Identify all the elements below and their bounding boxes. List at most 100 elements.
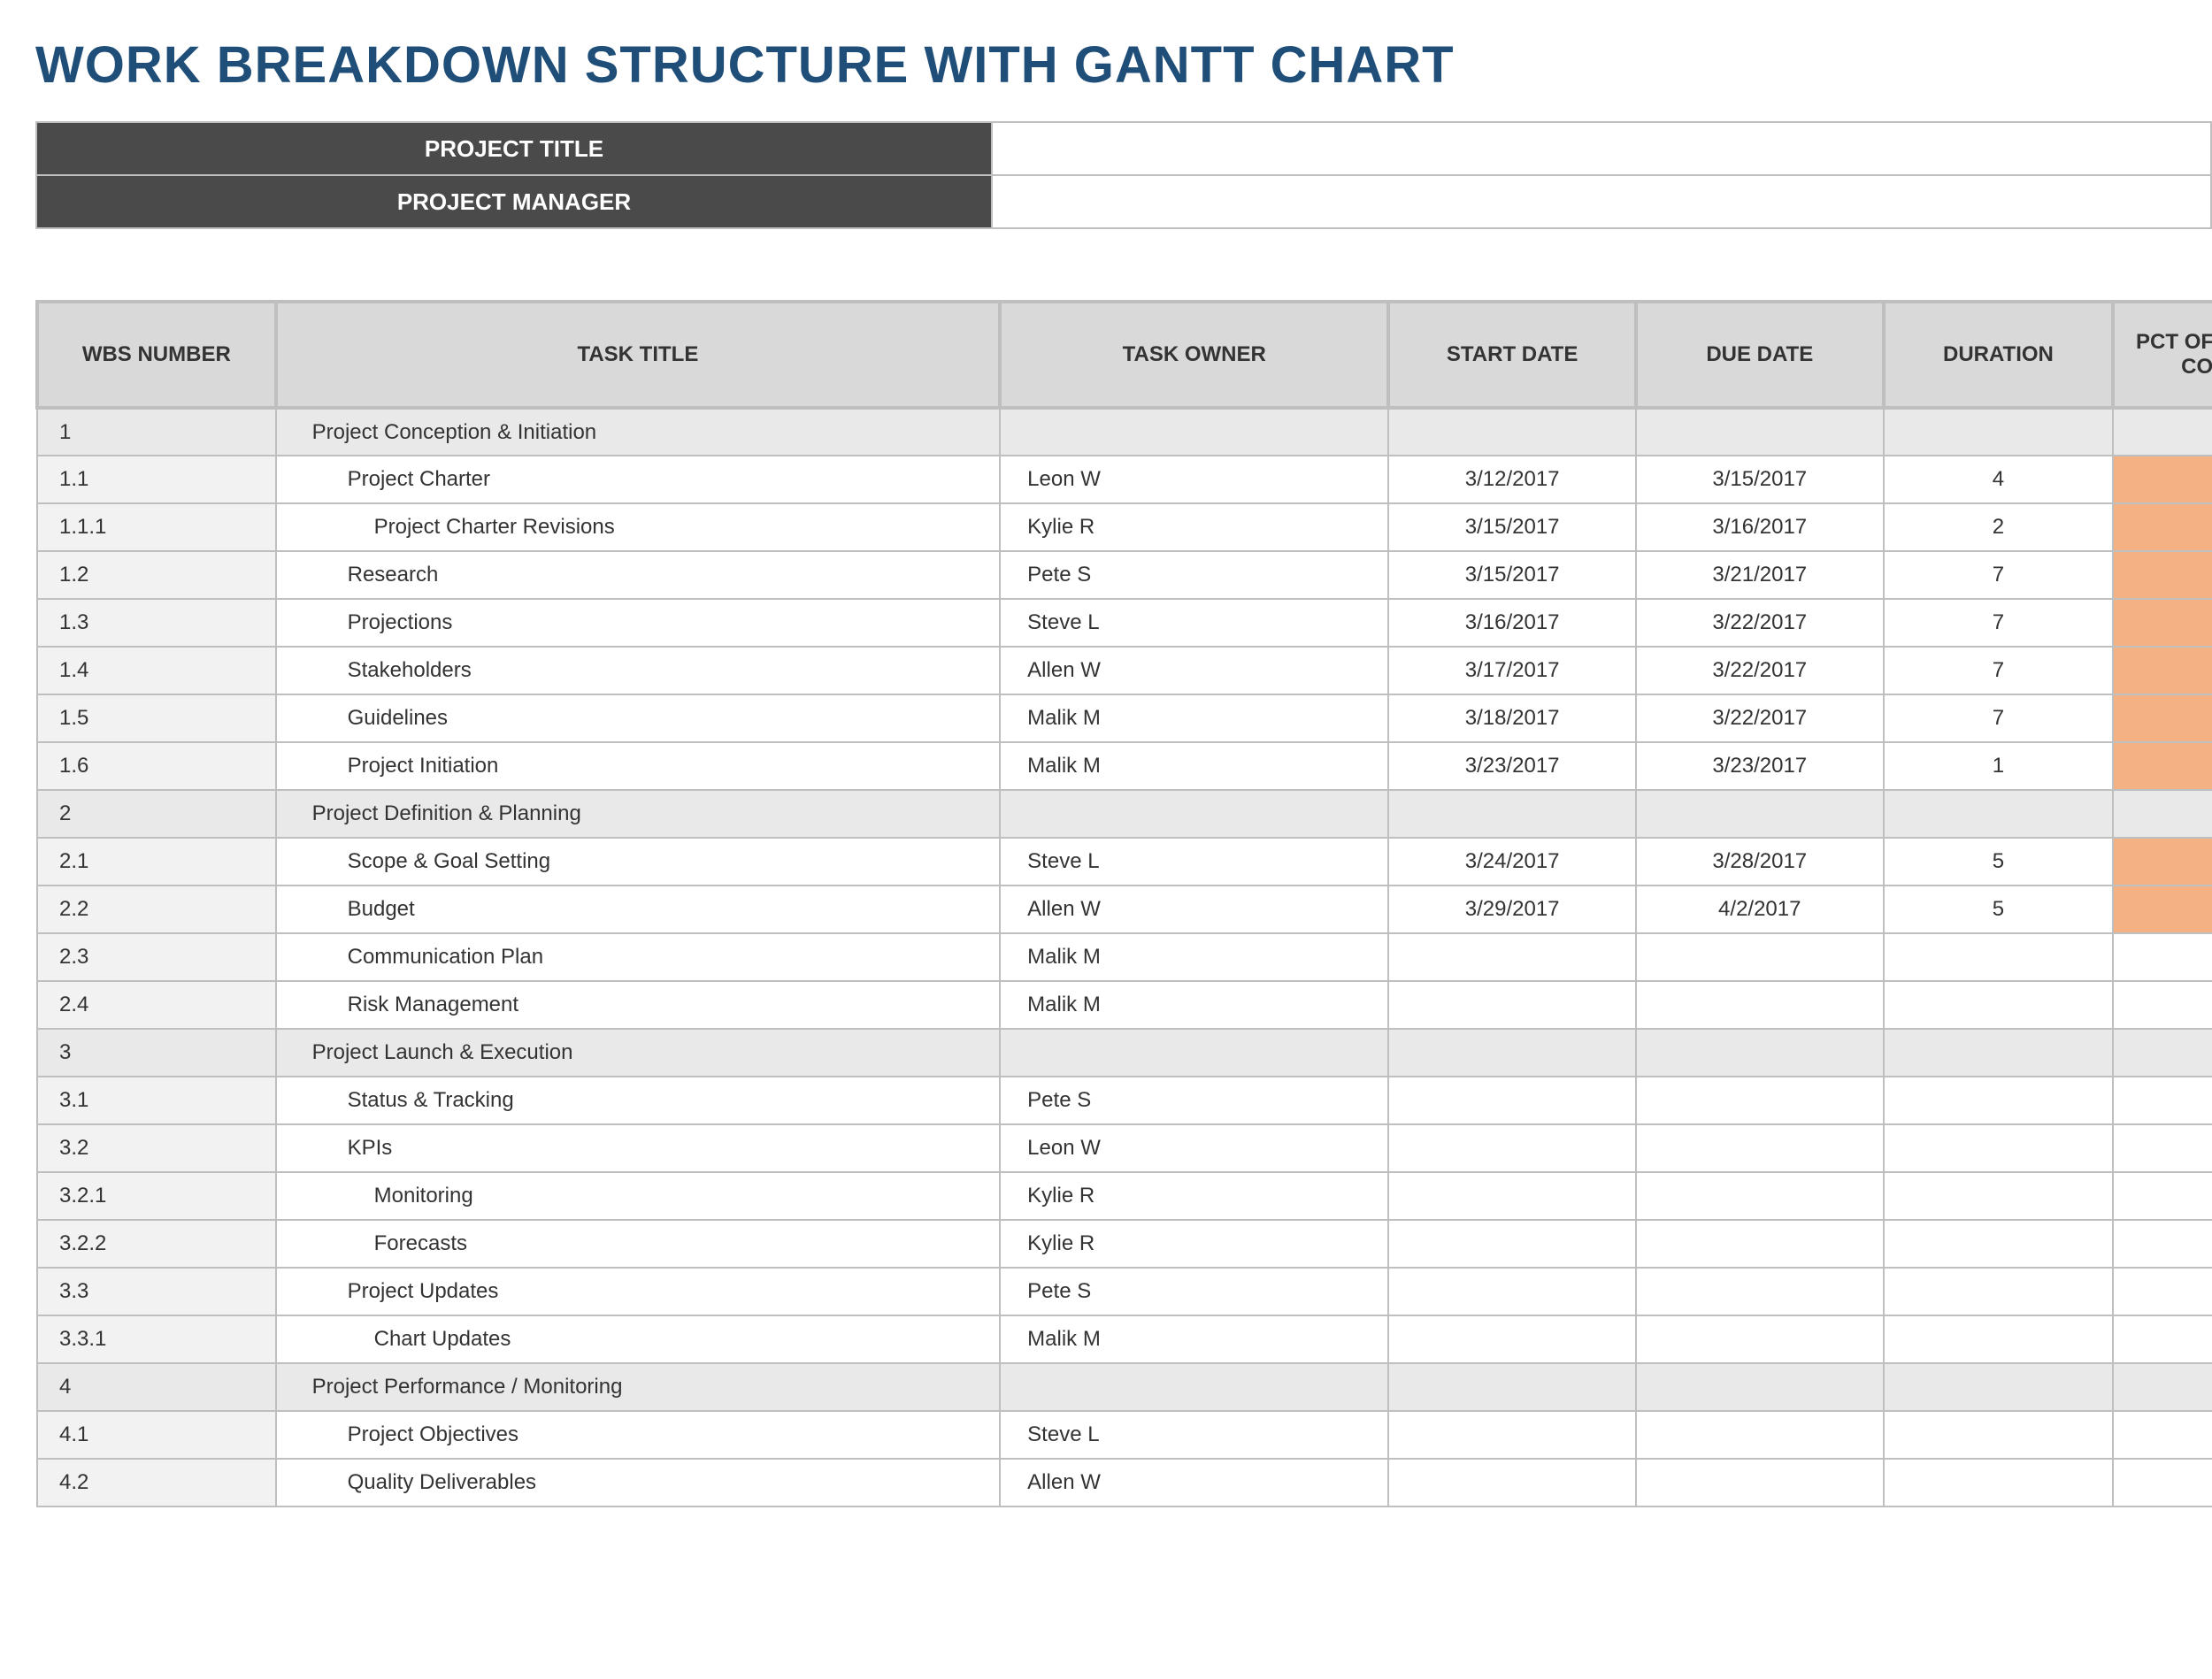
cell-duration[interactable]: 4 (1884, 456, 2114, 503)
cell-owner[interactable]: Allen W (1000, 886, 1388, 933)
cell-start[interactable]: 3/23/2017 (1388, 742, 1636, 790)
cell-pct[interactable]: 9 (2113, 551, 2212, 599)
cell-wbs[interactable]: 1.5 (37, 694, 276, 742)
cell-pct[interactable]: 0 (2113, 1077, 2212, 1124)
cell-duration[interactable] (1884, 790, 2114, 838)
cell-due[interactable] (1636, 790, 1884, 838)
cell-due[interactable]: 3/22/2017 (1636, 599, 1884, 647)
cell-owner[interactable]: Allen W (1000, 1459, 1388, 1506)
cell-duration[interactable] (1884, 1029, 2114, 1077)
cell-owner[interactable] (1000, 1363, 1388, 1411)
cell-start[interactable] (1388, 1220, 1636, 1268)
cell-owner[interactable]: Malik M (1000, 981, 1388, 1029)
cell-owner[interactable]: Kylie R (1000, 1220, 1388, 1268)
cell-due[interactable] (1636, 1459, 1884, 1506)
cell-wbs[interactable]: 2.1 (37, 838, 276, 886)
cell-due[interactable] (1636, 933, 1884, 981)
cell-due[interactable]: 3/21/2017 (1636, 551, 1884, 599)
cell-owner[interactable]: Pete S (1000, 1268, 1388, 1315)
cell-due[interactable] (1636, 1029, 1884, 1077)
cell-start[interactable] (1388, 1029, 1636, 1077)
cell-due[interactable]: 3/28/2017 (1636, 838, 1884, 886)
cell-due[interactable] (1636, 1124, 1884, 1172)
cell-due[interactable] (1636, 408, 1884, 456)
cell-pct[interactable]: 5 (2113, 838, 2212, 886)
cell-wbs[interactable]: 4.1 (37, 1411, 276, 1459)
cell-wbs[interactable]: 1.1 (37, 456, 276, 503)
cell-title[interactable]: Project Objectives (276, 1411, 1001, 1459)
cell-duration[interactable] (1884, 1363, 2114, 1411)
cell-pct[interactable]: 5 (2113, 742, 2212, 790)
cell-wbs[interactable]: 2 (37, 790, 276, 838)
cell-duration[interactable]: 2 (1884, 503, 2114, 551)
cell-pct[interactable]: 0 (2113, 1172, 2212, 1220)
cell-start[interactable] (1388, 1124, 1636, 1172)
cell-title[interactable]: Communication Plan (276, 933, 1001, 981)
cell-title[interactable]: Project Definition & Planning (276, 790, 1001, 838)
cell-owner[interactable]: Pete S (1000, 551, 1388, 599)
cell-start[interactable] (1388, 1172, 1636, 1220)
cell-start[interactable]: 3/15/2017 (1388, 551, 1636, 599)
cell-owner[interactable] (1000, 1029, 1388, 1077)
cell-pct[interactable]: 4 (2113, 599, 2212, 647)
cell-duration[interactable]: 1 (1884, 742, 2114, 790)
cell-due[interactable] (1636, 1077, 1884, 1124)
cell-title[interactable]: Project Updates (276, 1268, 1001, 1315)
cell-due[interactable]: 3/15/2017 (1636, 456, 1884, 503)
cell-wbs[interactable]: 4 (37, 1363, 276, 1411)
cell-title[interactable]: Projections (276, 599, 1001, 647)
cell-wbs[interactable]: 3.2 (37, 1124, 276, 1172)
cell-title[interactable]: Project Performance / Monitoring (276, 1363, 1001, 1411)
cell-duration[interactable] (1884, 933, 2114, 981)
cell-start[interactable] (1388, 1315, 1636, 1363)
cell-pct[interactable]: 0 (2113, 981, 2212, 1029)
cell-title[interactable]: Quality Deliverables (276, 1459, 1001, 1506)
cell-due[interactable] (1636, 1220, 1884, 1268)
cell-pct[interactable]: 3 (2113, 886, 2212, 933)
cell-pct[interactable] (2113, 1459, 2212, 1506)
cell-duration[interactable]: 5 (1884, 886, 2114, 933)
project-title-input[interactable] (992, 122, 2211, 175)
cell-duration[interactable] (1884, 1220, 2114, 1268)
cell-title[interactable]: Chart Updates (276, 1315, 1001, 1363)
cell-pct[interactable] (2113, 1029, 2212, 1077)
cell-title[interactable]: Monitoring (276, 1172, 1001, 1220)
cell-owner[interactable]: Steve L (1000, 838, 1388, 886)
cell-due[interactable]: 4/2/2017 (1636, 886, 1884, 933)
cell-owner[interactable] (1000, 408, 1388, 456)
cell-due[interactable]: 3/22/2017 (1636, 647, 1884, 694)
cell-due[interactable] (1636, 981, 1884, 1029)
cell-owner[interactable]: Malik M (1000, 742, 1388, 790)
cell-start[interactable] (1388, 1411, 1636, 1459)
cell-owner[interactable]: Steve L (1000, 1411, 1388, 1459)
cell-pct[interactable]: 0 (2113, 933, 2212, 981)
project-manager-input[interactable] (992, 175, 2211, 228)
cell-title[interactable]: Scope & Goal Setting (276, 838, 1001, 886)
cell-duration[interactable] (1884, 981, 2114, 1029)
cell-due[interactable] (1636, 1315, 1884, 1363)
cell-start[interactable]: 3/24/2017 (1388, 838, 1636, 886)
cell-title[interactable]: Research (276, 551, 1001, 599)
cell-wbs[interactable]: 3.2.1 (37, 1172, 276, 1220)
cell-wbs[interactable]: 3.2.2 (37, 1220, 276, 1268)
cell-wbs[interactable]: 4.2 (37, 1459, 276, 1506)
cell-pct[interactable]: 0 (2113, 1268, 2212, 1315)
cell-owner[interactable]: Pete S (1000, 1077, 1388, 1124)
cell-start[interactable] (1388, 408, 1636, 456)
cell-title[interactable]: Stakeholders (276, 647, 1001, 694)
cell-pct[interactable]: 7 (2113, 647, 2212, 694)
cell-owner[interactable]: Kylie R (1000, 503, 1388, 551)
cell-pct[interactable]: 0 (2113, 1124, 2212, 1172)
cell-due[interactable] (1636, 1172, 1884, 1220)
cell-owner[interactable]: Steve L (1000, 599, 1388, 647)
cell-owner[interactable]: Kylie R (1000, 1172, 1388, 1220)
cell-duration[interactable] (1884, 1459, 2114, 1506)
cell-due[interactable] (1636, 1268, 1884, 1315)
cell-wbs[interactable]: 1 (37, 408, 276, 456)
cell-pct[interactable]: 0 (2113, 1220, 2212, 1268)
cell-wbs[interactable]: 3 (37, 1029, 276, 1077)
cell-duration[interactable]: 5 (1884, 838, 2114, 886)
cell-pct[interactable]: 6 (2113, 694, 2212, 742)
cell-start[interactable] (1388, 1459, 1636, 1506)
cell-duration[interactable] (1884, 408, 2114, 456)
